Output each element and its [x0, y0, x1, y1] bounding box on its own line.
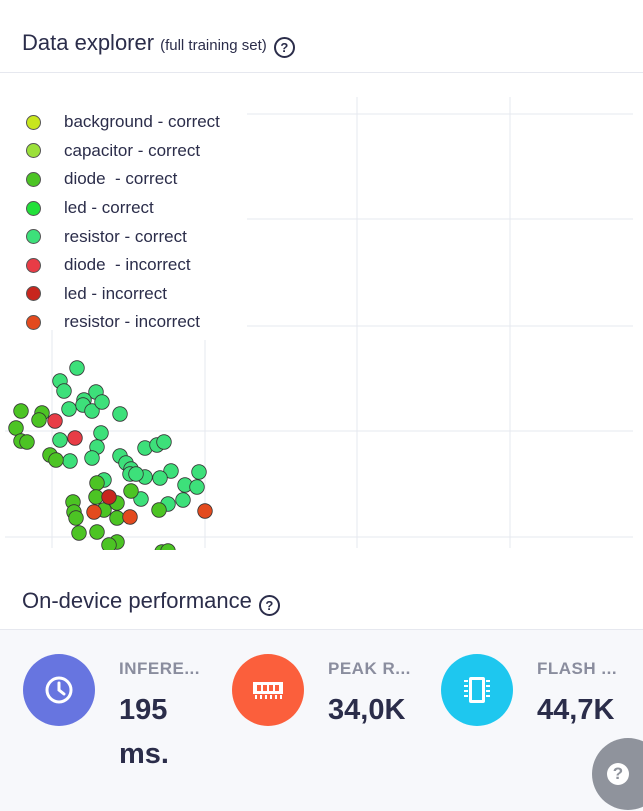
legend-item[interactable]: diode - correct	[26, 165, 220, 194]
metric-value: 195 ms.	[119, 694, 169, 770]
scatter-point[interactable]	[122, 509, 138, 525]
legend-marker	[26, 143, 41, 159]
metric-icon-circle	[232, 654, 304, 726]
legend-item[interactable]: resistor - correct	[26, 222, 220, 251]
scatter-point[interactable]	[93, 425, 109, 441]
legend-item[interactable]: led - correct	[26, 194, 220, 223]
scatter-point[interactable]	[112, 406, 128, 422]
legend-marker	[26, 171, 41, 187]
scatter-point[interactable]	[156, 434, 172, 450]
legend-marker	[26, 314, 41, 330]
scatter-point[interactable]	[123, 483, 139, 499]
scatter-point[interactable]	[109, 510, 125, 526]
legend-marker	[26, 114, 41, 130]
legend-item[interactable]: led - incorrect	[26, 280, 220, 309]
scatter-point[interactable]	[71, 525, 87, 541]
legend-label: diode - incorrect	[64, 255, 191, 275]
scatter-point[interactable]	[56, 383, 72, 399]
on-device-header: On-device performance ?	[22, 588, 280, 616]
help-icon[interactable]: ?	[273, 37, 295, 58]
scatter-points[interactable]	[8, 360, 213, 550]
legend-item[interactable]: background - correct	[26, 108, 220, 137]
metric-label: PEAK R...	[328, 659, 411, 678]
help-icon[interactable]: ?	[258, 595, 280, 616]
scatter-point[interactable]	[189, 479, 205, 495]
legend-label: resistor - correct	[64, 226, 187, 246]
scatter-point[interactable]	[86, 504, 102, 520]
legend-label: led - incorrect	[64, 283, 167, 303]
legend-marker	[26, 286, 41, 302]
scatter-point[interactable]	[62, 453, 78, 469]
scatter-point[interactable]	[94, 394, 110, 410]
scatter-point[interactable]	[88, 489, 104, 505]
scatter-point[interactable]	[68, 510, 84, 526]
scatter-point[interactable]	[61, 401, 77, 417]
clock-icon	[45, 676, 73, 704]
scatter-point[interactable]	[151, 502, 167, 518]
scatter-point[interactable]	[175, 492, 191, 508]
scatter-point[interactable]	[19, 434, 35, 450]
metric-label: INFERE...	[119, 659, 201, 678]
data-explorer-title: Data explorer	[22, 30, 155, 55]
header-divider	[0, 72, 643, 73]
scatter-point[interactable]	[101, 489, 117, 505]
scatter-point[interactable]	[69, 360, 85, 376]
legend-item[interactable]: capacitor - correct	[26, 137, 220, 166]
on-device-title: On-device performance	[22, 588, 252, 613]
metric-label: FLASH ...	[537, 659, 618, 678]
legend-label: diode - correct	[64, 169, 178, 189]
scatter-point[interactable]	[47, 413, 63, 429]
legend-marker	[26, 200, 41, 216]
scatter-point[interactable]	[48, 452, 64, 468]
scatter-point[interactable]	[52, 432, 68, 448]
ram-icon	[253, 682, 283, 699]
legend-label: background - correct	[64, 112, 220, 132]
metric-value: 34,0K	[328, 694, 406, 726]
data-explorer-header: Data explorer (full training set) ?	[22, 30, 295, 58]
metric-icon-circle	[23, 654, 95, 726]
scatter-point[interactable]	[152, 470, 168, 486]
scatter-point[interactable]	[89, 475, 105, 491]
scatter-point[interactable]	[67, 430, 83, 446]
data-explorer-subtitle: (full training set)	[160, 37, 267, 54]
scatter-legend: background - correct capacitor - correct d…	[26, 108, 220, 337]
legend-label: capacitor - correct	[64, 140, 201, 160]
legend-label: resistor - incorrect	[64, 312, 201, 332]
scatter-point[interactable]	[101, 537, 117, 550]
scatter-point[interactable]	[84, 450, 100, 466]
legend-marker	[26, 229, 41, 245]
scatter-point[interactable]	[31, 412, 47, 428]
help-icon: ?	[607, 763, 629, 785]
scatter-point[interactable]	[13, 403, 29, 419]
scatter-point[interactable]	[191, 464, 207, 480]
metric-icon-circle	[441, 654, 513, 726]
chip-icon	[464, 677, 490, 703]
scatter-point[interactable]	[197, 503, 213, 519]
legend-marker	[26, 257, 41, 273]
legend-label: led - correct	[64, 198, 154, 218]
scatter-point[interactable]	[8, 420, 24, 436]
scatter-point[interactable]	[89, 524, 105, 540]
metric-value: 44,7K	[537, 694, 615, 726]
scatter-point[interactable]	[128, 466, 144, 482]
legend-item[interactable]: diode - incorrect	[26, 251, 220, 280]
legend-item[interactable]: resistor - incorrect	[26, 308, 220, 337]
